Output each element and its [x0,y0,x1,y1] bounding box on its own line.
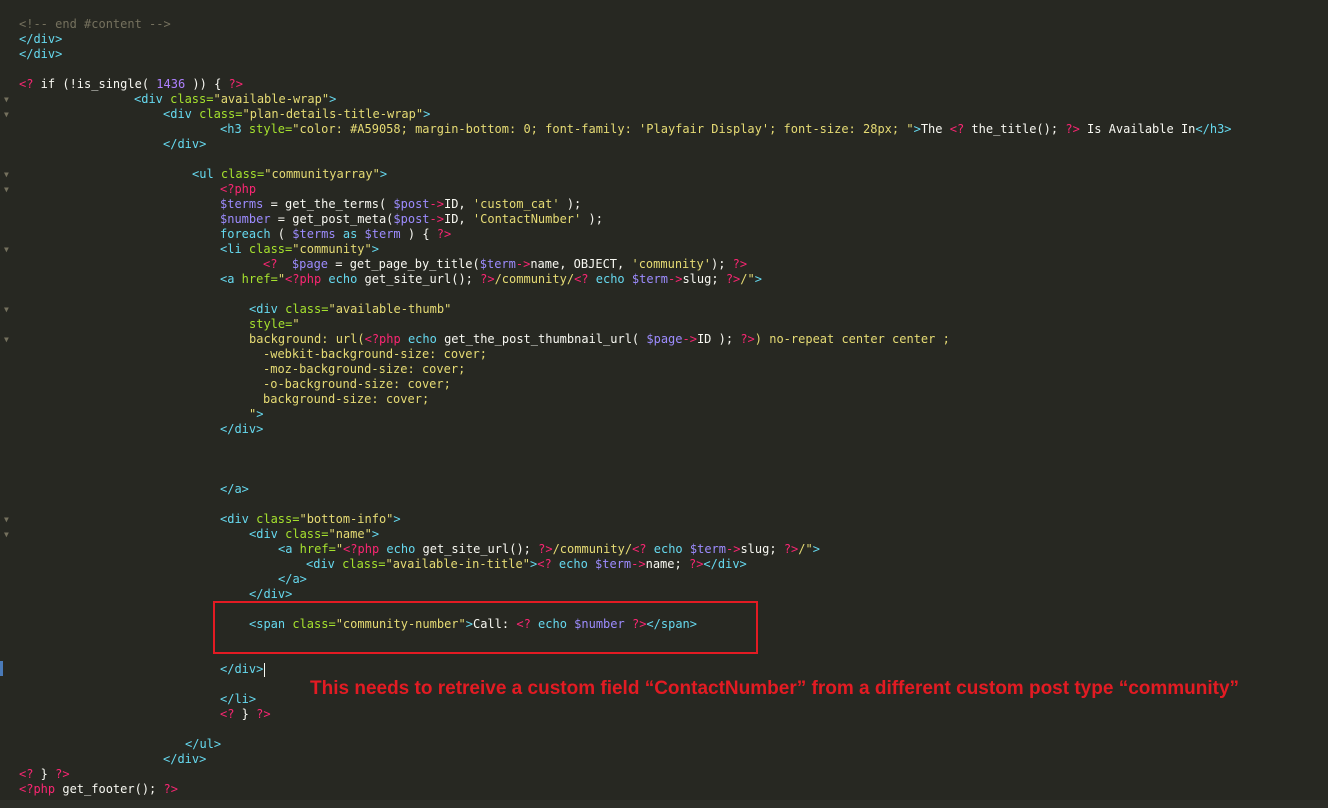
code-line[interactable]: <?php [220,182,256,197]
code-comment: <!-- end #content --> [19,17,171,31]
code-line[interactable]: </div> [19,47,62,62]
code-line[interactable]: background-size: cover; [263,392,429,407]
code-line[interactable]: -o-background-size: cover; [263,377,451,392]
code-line[interactable]: style=" [249,317,300,332]
current-line-marker [0,661,3,676]
code-line[interactable]: </a> [278,572,307,587]
code-line[interactable]: <? } ?> [19,767,70,782]
fold-arrow-icon[interactable]: ▼ [4,167,12,182]
code-line[interactable]: foreach ( $terms as $term ) { ?> [220,227,451,242]
code-line[interactable]: </div> [163,752,206,767]
code-line[interactable]: <? $page = get_page_by_title($term->name… [263,257,747,272]
code-editor[interactable]: ▼ ▼ ▼ ▼ ▼ ▼ ▼ ▼ ▼ <!-- end #content --> … [0,0,1328,808]
code-line[interactable]: </a> [220,482,249,497]
fold-arrow-icon[interactable]: ▼ [4,512,12,527]
fold-arrow-icon[interactable]: ▼ [4,182,12,197]
code-line[interactable]: $terms = get_the_terms( $post->ID, 'cust… [220,197,581,212]
code-line[interactable]: </div> [249,587,292,602]
editor-gutter: ▼ ▼ ▼ ▼ ▼ ▼ ▼ ▼ ▼ [0,0,14,808]
code-tag: </div> [19,32,63,46]
code-line[interactable]: </li> [220,692,256,707]
fold-arrow-icon[interactable]: ▼ [4,107,12,122]
code-line[interactable]: <a href="<?php echo get_site_url(); ?>/c… [278,542,820,557]
code-line[interactable]: <div class="plan-details-title-wrap"> [163,107,430,122]
code-line[interactable]: $number = get_post_meta($post->ID, 'Cont… [220,212,603,227]
code-line[interactable]: "> [249,407,263,422]
code-line[interactable]: </div> [19,32,62,47]
annotation-highlight-box [213,601,758,654]
code-line[interactable]: </div> [220,662,266,677]
code-line[interactable]: -webkit-background-size: cover; [263,347,487,362]
code-line[interactable]: <? } ?> [220,707,271,722]
code-line[interactable]: <a href="<?php echo get_site_url(); ?>/c… [220,272,762,287]
code-line[interactable]: <!-- end #content --> [19,17,171,32]
code-tag: </div> [19,47,63,61]
code-line[interactable]: <ul class="communityarray"> [192,167,387,182]
code-line[interactable]: <div class="available-in-title"><? echo … [306,557,747,572]
fold-arrow-icon[interactable]: ▼ [4,527,12,542]
code-line[interactable]: -moz-background-size: cover; [263,362,465,377]
code-line[interactable]: <? if (!is_single( 1436 )) { ?> [19,77,243,92]
code-line[interactable]: <li class="community"> [220,242,379,257]
fold-arrow-icon[interactable]: ▼ [4,92,12,107]
code-line[interactable]: </div> [163,137,206,152]
code-line[interactable]: <div class="name"> [249,527,379,542]
code-line[interactable]: </ul> [185,737,221,752]
code-line[interactable]: <div class="bottom-info"> [220,512,401,527]
text-caret [264,662,266,677]
code-line[interactable]: <?php get_footer(); ?> [19,782,178,797]
code-line[interactable]: background: url(<?php echo get_the_post_… [249,332,950,347]
code-line[interactable]: <div class="available-thumb" [249,302,451,317]
fold-arrow-icon[interactable]: ▼ [4,302,12,317]
fold-arrow-icon[interactable]: ▼ [4,332,12,347]
annotation-text: This needs to retreive a custom field “C… [310,678,1240,699]
fold-arrow-icon[interactable]: ▼ [4,242,12,257]
code-line[interactable]: <div class="available-wrap"> [134,92,336,107]
editor-bottom-edge [0,800,1328,808]
code-line[interactable]: </div> [220,422,263,437]
code-line[interactable]: <h3 style="color: #A59058; margin-bottom… [220,122,1232,137]
